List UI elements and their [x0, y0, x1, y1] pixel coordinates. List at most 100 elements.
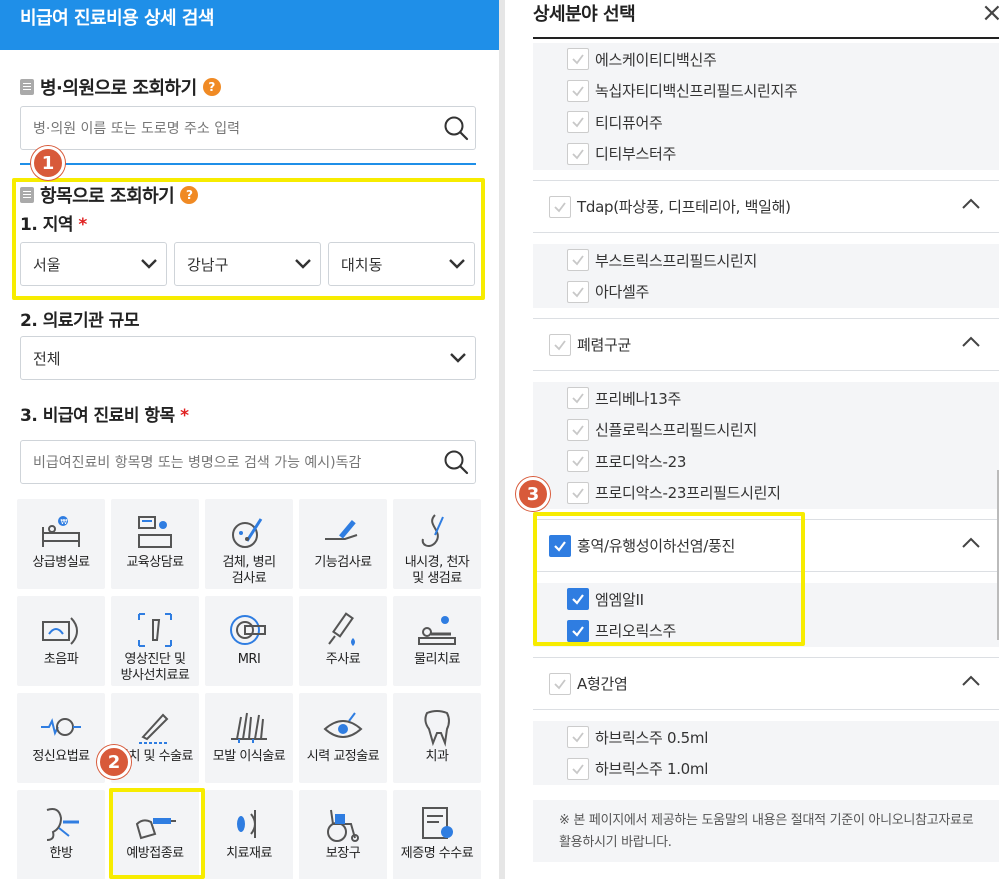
chevron-up-icon[interactable] [961, 333, 981, 352]
subitem-row[interactable]: 박타주 0.5ml [533, 784, 999, 785]
subitem-row[interactable]: 부스트릭스프리필드시린지 [533, 244, 999, 276]
chevron-up-icon[interactable] [961, 672, 981, 691]
chevron-up-icon[interactable] [961, 195, 981, 214]
category-tile-label: 제증명 수수료 [400, 846, 474, 861]
item-search-heading: 항목으로 조회하기 ? [20, 182, 199, 208]
checkbox[interactable] [567, 450, 589, 472]
checkbox[interactable] [567, 280, 589, 303]
group-label: 폐렴구균 [577, 336, 632, 354]
subitem-row[interactable]: 에스케이티디백신주 [533, 43, 999, 75]
detail-title: 상세분야 선택 [533, 4, 636, 25]
checkbox[interactable] [567, 79, 589, 102]
category-tile[interactable]: 내시경, 천자 및 생검료 [393, 499, 481, 589]
category-tile[interactable]: 모발 이식술료 [205, 693, 293, 783]
category-tile[interactable]: 시력 교정술료 [299, 693, 387, 783]
required-mark: * [180, 406, 189, 426]
region-label-text: 1. 지역 [20, 215, 74, 235]
checkbox[interactable] [567, 726, 589, 748]
category-tile[interactable]: 치료재료 [205, 790, 293, 879]
subitem-row[interactable]: 녹십자티디백신프리필드시린지주 [533, 74, 999, 107]
subitem-row[interactable]: 프로디악스-23프리필드시린지 [533, 476, 999, 509]
subitem-row[interactable]: 하브릭스주 0.5ml [533, 721, 999, 753]
subitem-row[interactable]: 프로디악스-23 [533, 445, 999, 477]
category-tile-label: 치과 [425, 749, 449, 764]
checkbox[interactable] [567, 48, 589, 70]
category-tile[interactable]: 교육상담료 [111, 499, 199, 589]
items-label-text: 3. 비급여 진료비 항목 [20, 406, 175, 426]
checkbox[interactable] [567, 249, 589, 271]
chevron-up-icon[interactable] [961, 534, 981, 553]
subitem-row[interactable]: 프리베나13주 [533, 382, 999, 414]
category-tile[interactable]: 초음파 [17, 596, 105, 686]
category-tile[interactable]: 제증명 수수료 [393, 790, 481, 879]
category-tile[interactable]: 물리치료 [393, 596, 481, 686]
close-icon[interactable]: × [981, 0, 999, 28]
step-badge-2: 2 [97, 745, 131, 779]
checkbox[interactable] [549, 672, 571, 695]
building-icon [20, 79, 34, 95]
required-mark: * [78, 215, 87, 235]
region-label: 1. 지역 * [20, 210, 87, 235]
scale-select[interactable]: 전체 [20, 336, 476, 380]
subitem-row[interactable]: 티디퓨어주 [533, 106, 999, 138]
ultrasound-icon [39, 608, 83, 652]
search-icon[interactable] [437, 444, 475, 480]
category-tile[interactable]: 검체, 병리 검사료 [205, 499, 293, 589]
category-tile[interactable]: 주사료 [299, 596, 387, 686]
notice-box: ※ 본 페이지에서 제공하는 도움말의 내용은 절대적 기준이 아니오니참고자료… [533, 800, 999, 862]
hospital-search-placeholder: 병·의원 이름 또는 도로명 주소 입력 [33, 121, 241, 137]
page-title: 비급여 진료비용 상세 검색 [20, 8, 214, 29]
checkbox[interactable] [567, 387, 589, 409]
checkbox[interactable] [567, 757, 589, 780]
item-search-input[interactable]: 비급여진료비 항목명 또는 병명으로 검색 가능 예시)독감 [20, 440, 476, 484]
category-tile[interactable]: 기능검사료 [299, 499, 387, 589]
bed-icon: ₩ [39, 511, 83, 555]
category-tile-label: 영상진단 및 방사선치료료 [120, 652, 190, 683]
subitem-label: 티디퓨어주 [595, 113, 663, 132]
category-tile-label: 내시경, 천자 및 생검료 [404, 555, 470, 586]
scale-label: 2. 의료기관 규모 [20, 311, 139, 331]
category-tile[interactable]: 영상진단 및 방사선치료료 [111, 596, 199, 686]
checkbox[interactable] [567, 111, 589, 133]
category-tile-label: 주사료 [325, 652, 361, 667]
checkbox[interactable] [549, 195, 571, 218]
help-icon[interactable]: ? [202, 78, 221, 96]
hospital-search-input[interactable]: 병·의원 이름 또는 도로명 주소 입력 [20, 106, 476, 150]
checkbox[interactable] [567, 142, 589, 165]
category-tile[interactable]: MRI [205, 596, 293, 686]
category-tile[interactable]: 정신요법료 [17, 693, 105, 783]
category-tile[interactable]: 보장구 [299, 790, 387, 879]
category-tile[interactable]: 치과 [393, 693, 481, 783]
category-tile-label: 한방 [49, 846, 73, 861]
wheelchair-icon [321, 802, 365, 846]
search-icon[interactable] [437, 110, 475, 146]
detail-panel: 상세분야 선택 × 에스케이티디백신주 녹십자티디백신프리필드시린지주티디퓨어주디… [505, 0, 999, 879]
category-tile[interactable]: ₩ 상급병실료 [17, 499, 105, 589]
category-group-header[interactable]: A형간염 [533, 657, 999, 710]
subitem-row[interactable]: 디티부스터주 [533, 137, 999, 170]
checkbox[interactable] [567, 481, 589, 504]
dong-select[interactable]: 대치동 [328, 242, 475, 286]
checkbox[interactable] [567, 418, 589, 441]
section-divider [20, 163, 476, 165]
chevron-down-icon [140, 258, 158, 270]
brain-wave-icon [39, 705, 83, 749]
subitem-row[interactable]: 신플로릭스프리필드시린지 [533, 413, 999, 446]
eye-icon [321, 705, 365, 749]
category-tile[interactable]: 한방 [17, 790, 105, 879]
category-tile-label: 물리치료 [414, 652, 460, 667]
sigungu-select[interactable]: 강남구 [174, 242, 321, 286]
physio-icon [415, 608, 459, 652]
lab-test-icon [227, 511, 271, 555]
subitem-row[interactable]: 하브릭스주 1.0ml [533, 752, 999, 785]
subitem-label: 프로디악스-23 [595, 452, 687, 471]
chevron-down-icon [294, 258, 312, 270]
sido-select[interactable]: 서울 [20, 242, 167, 286]
subitem-row[interactable]: 아다셀주 [533, 275, 999, 308]
step-badge-3: 3 [516, 477, 550, 511]
category-group-header[interactable]: 폐렴구균 [533, 318, 999, 371]
hospital-search-title: 병·의원으로 조회하기 [40, 78, 197, 99]
help-icon[interactable]: ? [180, 186, 199, 204]
checkbox[interactable] [549, 333, 571, 356]
category-group-header[interactable]: Tdap(파상풍, 디프테리아, 백일해) [533, 180, 999, 233]
